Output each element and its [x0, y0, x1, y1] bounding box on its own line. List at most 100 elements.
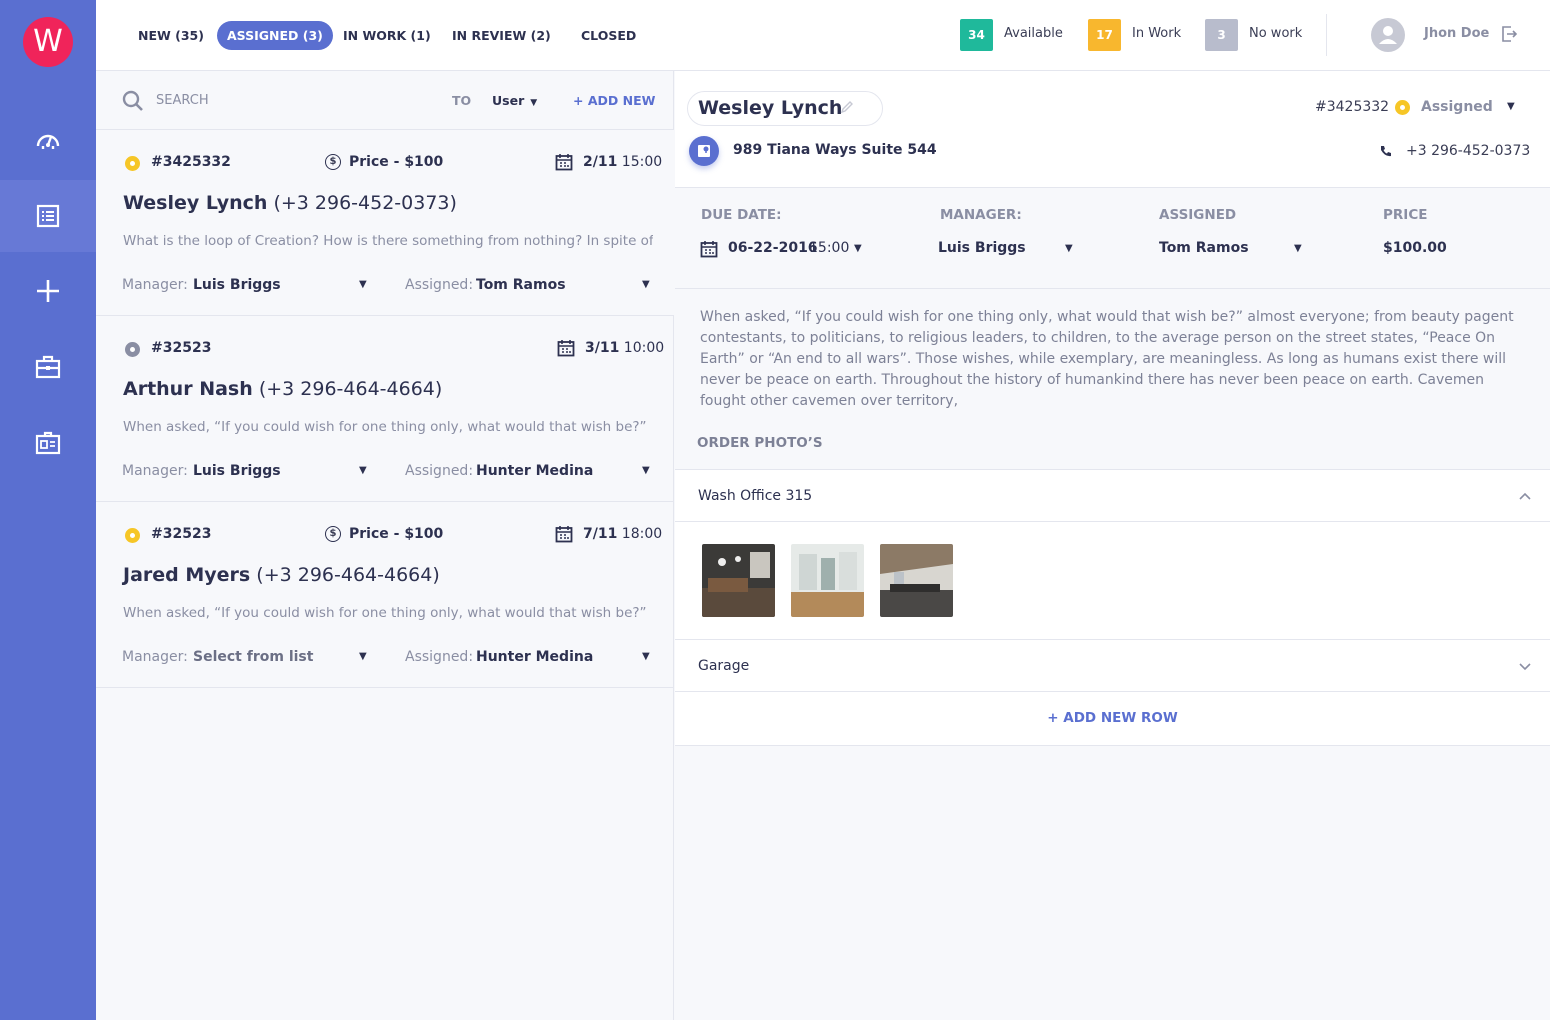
order-info-row: DUE DATE: 06-22-2016 15:00 ▼ MANAGER: Lu… [675, 188, 1550, 289]
section-label: Wash Office 315 [698, 488, 813, 504]
app-logo[interactable]: W [23, 17, 73, 67]
customer-phone: (+3 296-452-0373) [273, 192, 457, 214]
assigned-select[interactable]: Tom Ramos [476, 277, 566, 293]
map-pin-icon[interactable] [689, 136, 719, 166]
sidebar-item-orders[interactable] [0, 180, 96, 252]
order-id: #32523 [151, 340, 212, 356]
add-new-row-button[interactable]: + ADD NEW ROW [675, 692, 1550, 746]
caret-down-icon[interactable]: ▼ [642, 465, 650, 476]
sidebar-item-contacts[interactable] [0, 407, 96, 479]
status-dot [125, 156, 140, 171]
customer-name-text: Arthur Nash [123, 378, 253, 400]
plus-icon [37, 280, 59, 302]
pencil-icon[interactable] [840, 100, 854, 114]
sidebar-item-add[interactable] [0, 255, 96, 327]
assigned-label: Assigned: [405, 277, 474, 293]
customer-name: Jared Myers (+3 296-464-4664) [123, 564, 440, 586]
map-icon [698, 145, 710, 157]
caret-down-icon[interactable]: ▼ [359, 651, 367, 662]
to-label: TO [452, 93, 472, 108]
caret-down-icon[interactable]: ▼ [1065, 243, 1073, 254]
customer-name-text: Wesley Lynch [123, 192, 268, 214]
manager-select[interactable]: Luis Briggs [193, 463, 281, 479]
order-detail-panel: Wesley Lynch #3425332 Assigned ▼ 989 Tia… [675, 71, 1550, 1020]
assigned-select[interactable]: Hunter Medina [476, 649, 593, 665]
photo-thumbnail[interactable] [702, 544, 775, 617]
order-card[interactable]: #32523 $ Price - $100 7/11 18:00 Jared M… [96, 502, 674, 688]
order-id: #3425332 [151, 154, 231, 170]
status-select[interactable]: Assigned [1421, 99, 1493, 115]
logout-icon[interactable] [1500, 25, 1518, 43]
assigned-label: Assigned: [405, 649, 474, 665]
briefcase-icon [35, 355, 61, 379]
order-price: Price - $100 [349, 526, 444, 542]
caret-down-icon[interactable]: ▼ [359, 465, 367, 476]
available-count-badge: 34 [960, 19, 993, 51]
user-select-value: User [492, 93, 525, 108]
caret-down-icon: ▼ [530, 98, 538, 108]
price-label: PRICE [1383, 207, 1428, 223]
due-date-value[interactable]: 06-22-2016 [728, 240, 818, 256]
calendar-icon [700, 241, 718, 258]
chevron-down-icon[interactable] [1518, 659, 1532, 673]
assigned-select[interactable]: Hunter Medina [476, 463, 593, 479]
detail-header: Wesley Lynch #3425332 Assigned ▼ 989 Tia… [675, 71, 1550, 188]
order-date-day: 3/11 [585, 340, 620, 356]
topbar-divider [1326, 14, 1327, 56]
customer-phone: (+3 296-464-4664) [258, 378, 443, 400]
topbar: NEW (35) ASSIGNED (3) IN WORK (1) IN REV… [96, 0, 1550, 71]
photo-section-wash-office[interactable]: Wash Office 315 [675, 469, 1550, 522]
order-price: Price - $100 [349, 154, 444, 170]
tab-closed[interactable]: CLOSED [571, 21, 646, 50]
gauge-icon [36, 134, 60, 149]
order-description: When asked, “If you could wish for one t… [700, 309, 1514, 409]
customer-name: Arthur Nash (+3 296-464-4664) [123, 378, 442, 400]
tab-in-work[interactable]: IN WORK (1) [333, 21, 441, 50]
assigned-label: ASSIGNED [1159, 207, 1237, 223]
manager-select[interactable]: Luis Briggs [193, 277, 281, 293]
photo-thumbnail[interactable] [880, 544, 953, 617]
order-photos-title: ORDER PHOTO’S [697, 435, 823, 451]
search-bar: TO User ▼ + ADD NEW [96, 71, 674, 130]
due-date-label: DUE DATE: [701, 207, 782, 223]
order-card[interactable]: #32523 3/11 10:00 Arthur Nash (+3 296-46… [96, 316, 674, 502]
office-photo [791, 544, 864, 617]
id-card-icon [35, 431, 61, 455]
status-dot [125, 342, 140, 357]
caret-down-icon[interactable]: ▼ [642, 279, 650, 290]
order-date-time: 15:00 [621, 154, 663, 170]
photo-thumbnail[interactable] [791, 544, 864, 617]
order-card[interactable]: #3425332 $ Price - $100 2/11 15:00 Wesle… [96, 130, 674, 316]
office-photo [702, 544, 775, 617]
tab-new[interactable]: NEW (35) [128, 21, 214, 50]
phone-icon [1381, 146, 1391, 157]
caret-down-icon[interactable]: ▼ [1507, 101, 1515, 112]
caret-down-icon[interactable]: ▼ [854, 243, 862, 254]
price-value: $100.00 [1383, 240, 1447, 256]
order-date: 2/11 15:00 [583, 154, 662, 170]
calendar-icon [555, 154, 573, 171]
user-select[interactable]: User ▼ [492, 93, 537, 108]
section-label: Garage [698, 658, 750, 674]
assigned-select[interactable]: Tom Ramos [1159, 240, 1249, 256]
caret-down-icon[interactable]: ▼ [1294, 243, 1302, 254]
status-dot [1395, 100, 1410, 115]
add-new-button[interactable]: + ADD NEW [573, 93, 655, 108]
user-name[interactable]: Jhon Doe [1424, 26, 1489, 41]
photo-section-garage[interactable]: Garage [675, 639, 1550, 692]
tab-assigned[interactable]: ASSIGNED (3) [217, 21, 333, 50]
manager-select[interactable]: Luis Briggs [938, 240, 1026, 256]
caret-down-icon[interactable]: ▼ [359, 279, 367, 290]
caret-down-icon[interactable]: ▼ [642, 651, 650, 662]
search-input[interactable] [156, 89, 386, 111]
sidebar-item-jobs[interactable] [0, 331, 96, 403]
status-dot [125, 528, 140, 543]
phone-number[interactable]: +3 296-452-0373 [1406, 143, 1530, 159]
due-time-value[interactable]: 15:00 [809, 240, 849, 256]
sidebar-item-dashboard[interactable] [0, 104, 96, 176]
avatar[interactable] [1371, 18, 1405, 52]
chevron-up-icon[interactable] [1518, 489, 1532, 503]
manager-select[interactable]: Select from list [193, 649, 313, 665]
tab-in-review[interactable]: IN REVIEW (2) [442, 21, 561, 50]
manager-label: Manager: [122, 649, 188, 665]
